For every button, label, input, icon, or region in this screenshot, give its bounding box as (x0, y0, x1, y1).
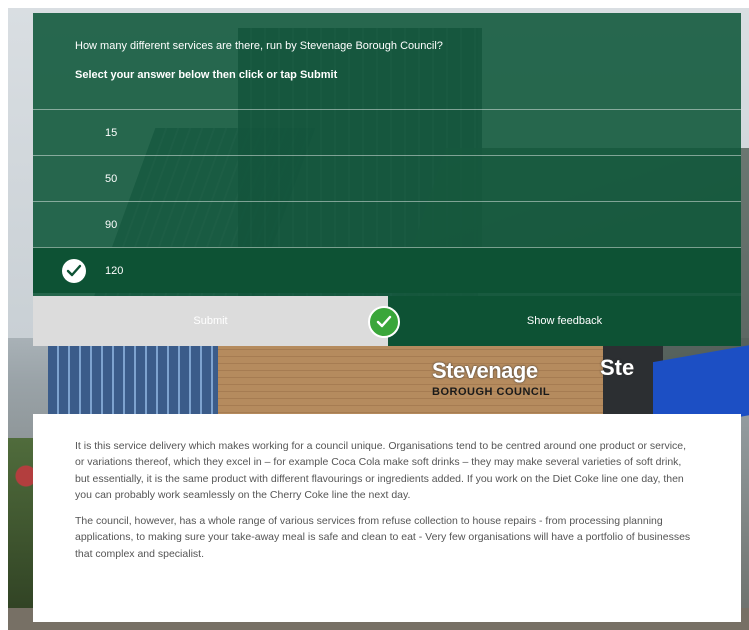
answer-option-50[interactable]: 50 (33, 155, 741, 201)
article-paragraph: The council, however, has a whole range … (75, 515, 691, 560)
answer-options: 15 50 90 120 (33, 109, 741, 293)
answer-option-label: 90 (105, 219, 118, 231)
answer-option-15[interactable]: 15 (33, 109, 741, 155)
article-card: It is this service delivery which makes … (33, 414, 741, 622)
quiz-panel: How many different services are there, r… (33, 13, 741, 296)
council-sign: Stevenage (432, 358, 538, 383)
correct-check-icon (368, 306, 400, 338)
answer-option-120[interactable]: 120 (33, 247, 741, 293)
answer-option-label: 50 (105, 173, 118, 185)
submit-button[interactable]: Submit (33, 296, 388, 346)
answer-option-90[interactable]: 90 (33, 201, 741, 247)
council-sign-side: Ste (600, 355, 635, 380)
article-paragraph: It is this service delivery which makes … (75, 440, 687, 501)
quiz-instruction: Select your answer below then click or t… (75, 69, 338, 81)
quiz-question: How many different services are there, r… (75, 40, 443, 52)
answer-option-label: 120 (105, 265, 124, 277)
council-sign-sub: BOROUGH COUNCIL (432, 386, 551, 398)
check-icon (62, 259, 86, 283)
show-feedback-button[interactable]: Show feedback (388, 296, 741, 346)
answer-option-label: 15 (105, 127, 118, 139)
